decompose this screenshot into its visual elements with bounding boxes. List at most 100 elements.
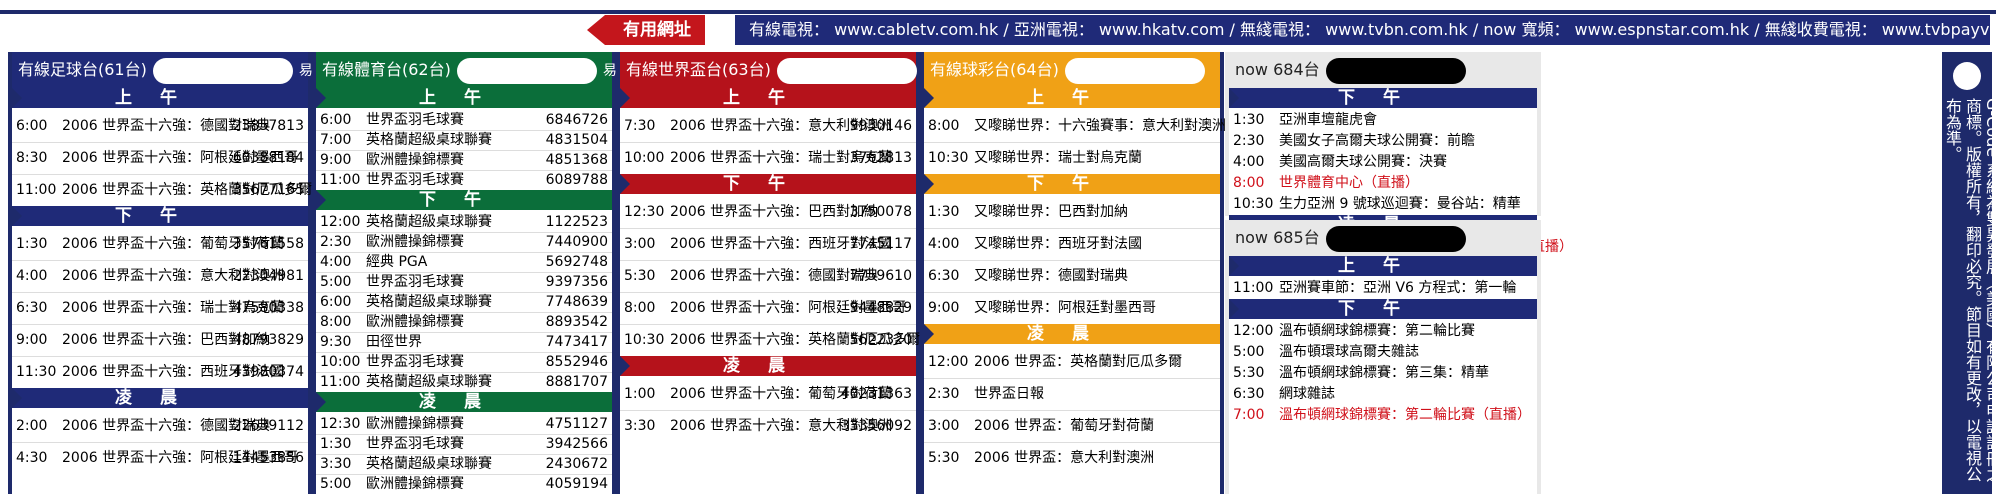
program-time: 9:30 [320,334,352,350]
program-title: 又嚟睇世界：十六強賽事：意大利對澳洲 [974,118,1226,134]
program-time: 11:30 [16,364,57,380]
program-title: 世界盃羽毛球賽 [366,274,464,290]
program-row: 4:00 美國高爾夫球公開賽：決賽 [1229,152,1537,172]
program-row: 1:00 2006 世界盃十六強：葡萄牙對荷蘭 40231363 [620,378,916,411]
time-band: 下午 [316,190,612,210]
program-row: 6:30 2006 世界盃十六強：瑞士對烏克蘭 47580338 [12,292,308,325]
program-title: 2006 世界盃十六強：德國對瑞典 [670,268,879,284]
program-row: 12:00 溫布頓網球錦標賽：第二輪比賽 [1229,321,1537,341]
program-time: 4:00 [928,236,960,252]
time-band: 上午 [1229,256,1537,276]
program-row: 2:30 世界盃日報 [924,378,1220,411]
program-row: 10:00 世界盃羽毛球賽 8552946 [316,352,612,373]
program-title: 溫布頓網球錦標賽：第二輪比賽（直播） [1279,407,1531,423]
program-row: 10:30 生力亞洲 9 號球巡迴賽：曼谷站：精華 [1229,194,1537,214]
program-code: 3750078 [849,204,912,220]
time-band: 上午 [924,88,1220,108]
program-code: 3942566 [545,436,608,452]
program-row: 8:00 歐洲體操錦標賽 8893542 [316,312,612,333]
time-band: 上午 [316,88,612,108]
url-tag: 有用網址 [587,15,705,45]
program-title: 2006 世界盃：意大利對澳洲 [974,450,1155,466]
time-band: 凌晨 [924,324,1220,344]
program-time: 9:00 [320,152,352,168]
program-title: 歐洲體操錦標賽 [366,476,464,492]
program-code: 4059194 [545,476,608,492]
program-code: 7745117 [849,236,912,252]
program-title: 美國女子高爾夫球公開賽：前瞻 [1279,133,1475,149]
program-code: 60388184 [232,150,304,166]
program-title: 又嚟睇世界：瑞士對烏克蘭 [974,150,1142,166]
program-title: 溫布頓網球錦標賽：第三集：精華 [1279,365,1489,381]
program-code: 7759610 [849,268,912,284]
program-title: 英格蘭超級桌球聯賽 [366,374,492,390]
program-row: 8:30 2006 世界盃十六強：阿根廷對墨西哥 60388184 [12,142,308,175]
program-time: 4:00 [16,268,48,284]
program-title: 美國高爾夫球公開賽：決賽 [1279,154,1447,170]
program-code: 5692748 [545,254,608,270]
program-code: 7473417 [545,334,608,350]
program-code: 47580338 [232,300,304,316]
schedule-body: 上午 8:00 又嚟睇世界：十六強賽事：意大利對澳洲 10:30 又嚟睇世界：瑞士對烏克… [924,88,1226,494]
program-time: 12:30 [624,204,665,220]
program-row: 8:00 又嚟睇世界：十六強賽事：意大利對澳洲 [924,110,1226,143]
program-time: 1:00 [624,386,656,402]
program-row: 1:30 亞洲車壇龍虎會 [1229,110,1537,130]
channel-name: 有線體育台(62台) [322,60,451,79]
program-code: 23857813 [232,118,304,134]
channel-header: 有線足球台(61台)易綠寶指引台號—— 70 [12,52,447,88]
code-pill [1064,57,1205,84]
program-row: 3:00 2006 世界盃十六強：西班牙對法國 7745117 [620,228,916,261]
program-row: 5:30 2006 世界盃十六強：德國對瑞典 7759610 [620,260,916,293]
program-title: 亞洲賽車節：亞洲 V6 方程式：第一輪 [1279,280,1517,296]
program-row: 11:00 2006 世界盃十六強：英格蘭對厄瓜多爾 35677165 [12,174,312,206]
program-title: 歐洲體操錦標賽 [366,152,464,168]
program-title: 田徑世界 [366,334,422,350]
program-time: 5:00 [320,476,352,492]
program-row: 1:30 2006 世界盃十六強：葡萄牙對荷蘭 35761558 [12,228,308,261]
program-title: 亞洲車壇龍虎會 [1279,112,1377,128]
channel-header: 有線世界盃台(63台)易綠寶指引台號—— 26 [620,52,1071,88]
program-row: 3:00 2006 世界盃：葡萄牙對荷蘭 [924,410,1220,443]
program-time: 11:00 [320,172,361,188]
program-time: 5:00 [320,274,352,290]
channel-column-63: 有線世界盃台(63台)易綠寶指引台號—— 26上午7:302006 世界盃十六強… [616,52,1071,494]
program-title: 經典 PGA [366,254,428,270]
program-row: 4:00 經典 PGA 5692748 [316,252,612,273]
program-code: 43980374 [232,364,304,380]
program-title: 溫布頓環球高爾夫雜誌 [1279,344,1419,360]
program-time: 3:30 [320,456,352,472]
program-time: 8:00 [624,300,656,316]
program-time: 11:00 [1233,280,1274,296]
program-row: 6:00 2006 世界盃十六強：德國對瑞典 23857813 [12,110,308,143]
program-row: 3:30 英格蘭超級桌球聯賽 2430672 [316,454,612,475]
program-code: 35761558 [232,236,304,252]
channel-header: 有線球彩台(64台) [924,52,1220,88]
program-title: 英格蘭超級桌球聯賽 [366,214,492,230]
program-time: 10:00 [320,354,361,370]
program-row: 2:00 2006 世界盃十六強：德國對瑞典 22639112 [12,410,308,443]
program-code: 2430672 [545,456,608,472]
program-title: 世界盃羽毛球賽 [366,436,464,452]
program-time: 12:30 [320,416,361,432]
time-band: 凌晨 [316,392,612,412]
program-time: 11:00 [320,374,361,390]
now-header: now 684台 [1229,52,1537,88]
program-time: 6:00 [320,112,352,128]
program-code: 22304981 [232,268,304,284]
program-code: 35677165 [232,182,304,198]
time-band: 凌晨 [620,356,916,376]
program-time: 2:00 [16,418,48,434]
program-code: 8893542 [545,314,608,330]
program-code: 14453856 [232,450,304,466]
program-time: 2:30 [928,386,960,402]
program-title: 又嚟睇世界：西班牙對法國 [974,236,1142,252]
url-bar: 有線電視： www.cabletv.com.hk / 亞洲電視： www.hka… [735,15,1990,45]
program-time: 12:00 [1233,323,1274,339]
code-pill [152,57,293,84]
program-code: 40231363 [840,386,912,402]
program-row: 9:00 又嚟睇世界：阿根廷對墨西哥 [924,292,1220,324]
time-band: 下午 [924,174,1220,194]
program-time: 6:30 [1233,386,1265,402]
schedule-body: 上午 6:00 世界盃羽毛球賽 6846726 7:00 英格蘭超級桌球聯賽 4831504… [316,88,612,494]
